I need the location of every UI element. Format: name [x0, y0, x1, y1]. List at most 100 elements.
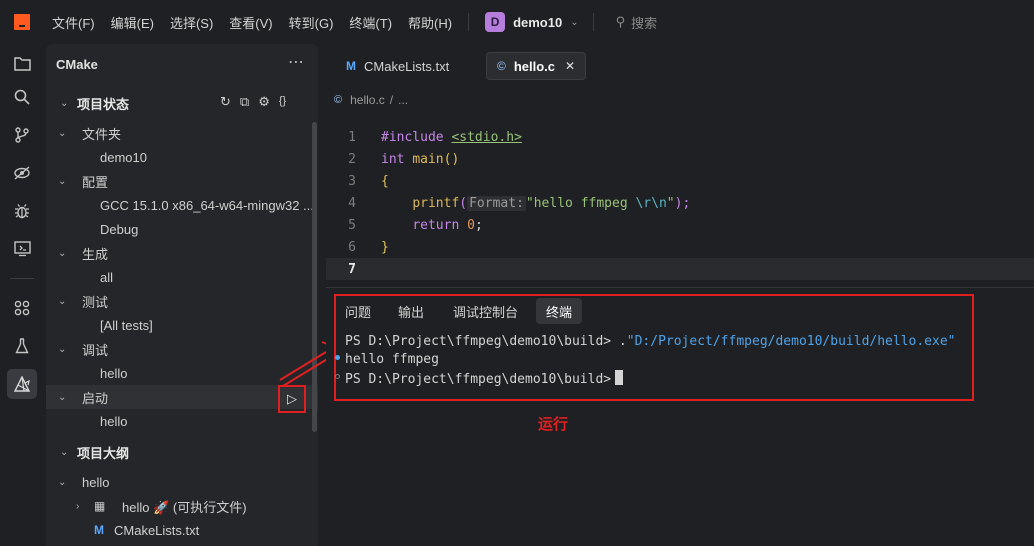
cmake-file-icon: M	[346, 59, 356, 73]
code-line: 4 printf(Format: "hello ffmpeg \r\n");	[326, 192, 1034, 214]
section-toolbar: ↻ ⧉ ⚙ {}	[220, 94, 286, 110]
menu-separator	[468, 13, 470, 31]
command-pending-icon	[335, 374, 340, 379]
rocket-icon: 🚀	[153, 499, 170, 515]
breadcrumb-rest[interactable]: ...	[398, 93, 408, 107]
code-text: #include <stdio.h>	[381, 129, 522, 145]
tree-configure-group[interactable]: ⌄ 配置	[46, 169, 318, 193]
json-braces-icon[interactable]: {}	[279, 94, 286, 110]
inlay-hint: Format:	[467, 195, 526, 211]
code-text: int main()	[381, 151, 460, 167]
code-line: 3 {	[326, 170, 1034, 192]
app-logo-icon	[14, 14, 30, 30]
menu-separator	[592, 13, 594, 31]
tree-label: demo10	[100, 149, 147, 165]
code-line: 2 int main()	[326, 148, 1034, 170]
c-file-icon: ©	[334, 94, 343, 106]
menu-terminal[interactable]: 终端(T)	[349, 13, 392, 32]
activity-separator	[10, 278, 34, 279]
tree-label: 调试	[82, 342, 109, 358]
tree-build-type-value[interactable]: Debug	[46, 217, 318, 241]
bottom-panel: 问题 输出 调试控制台 终端 PS D:\Project\ffmpeg\demo…	[326, 287, 1034, 546]
tree-build-group[interactable]: ⌄ 生成	[46, 241, 318, 265]
code-text: {	[381, 173, 389, 189]
section-label: 项目状态	[77, 96, 130, 112]
code-text: return 0;	[412, 217, 483, 233]
tab-label: hello.c	[513, 58, 556, 74]
tree-kit-value[interactable]: GCC 15.1.0 x86_64-w64-mingw32 ...	[46, 193, 318, 217]
cmake-file-icon: M	[94, 523, 104, 537]
tree-label: 文件夹	[82, 126, 122, 142]
menu-selection[interactable]: 选择(S)	[170, 13, 213, 32]
tree-folder-group[interactable]: ⌄ 文件夹	[46, 121, 318, 145]
testing-icon[interactable]	[7, 331, 37, 361]
tab-output[interactable]: 输出	[388, 298, 434, 324]
terminal-line: PS D:\Project\ffmpeg\demo10\build> ."D:/…	[345, 334, 956, 349]
tree-label: all	[100, 269, 114, 285]
terminal-prompt[interactable]: PS D:\Project\ffmpeg\demo10\build>	[345, 370, 624, 387]
chevron-down-icon: ⌄	[570, 16, 579, 28]
breadcrumb: © hello.c / ...	[334, 93, 409, 107]
tree-test-value[interactable]: [All tests]	[46, 313, 318, 337]
run-debug-icon[interactable]	[7, 158, 37, 188]
search-box[interactable]: ⚲ 搜索	[616, 13, 658, 32]
search-icon: ⚲	[615, 14, 626, 29]
menu-go[interactable]: 转到(G)	[289, 13, 334, 32]
chevron-down-icon: ⌄	[58, 343, 67, 355]
settings-gear-icon[interactable]: ⚙	[258, 94, 270, 110]
tab-hello-c[interactable]: © hello.c ✕	[486, 52, 587, 80]
outline-project-root[interactable]: ⌄ hello	[46, 470, 318, 494]
tree-build-target-value[interactable]: all	[46, 265, 318, 289]
c-file-icon: ©	[497, 59, 506, 73]
code-line: 1 #include <stdio.h>	[326, 126, 1034, 148]
project-name: demo10	[513, 14, 563, 30]
project-switcher[interactable]: D demo10 ⌄	[485, 12, 593, 32]
chevron-down-icon: ⌄	[58, 391, 67, 403]
activity-bar	[0, 44, 44, 546]
terminal-cursor	[615, 370, 624, 385]
search-icon[interactable]	[7, 82, 37, 112]
tab-label: CMakeLists.txt	[364, 58, 450, 74]
menu-edit[interactable]: 编辑(E)	[111, 13, 154, 32]
run-launch-button[interactable]: ▷	[278, 385, 306, 413]
explorer-icon[interactable]	[7, 48, 37, 78]
more-actions-icon[interactable]: ⋯	[288, 52, 304, 72]
section-project-outline[interactable]: ⌄ 项目大纲	[46, 440, 318, 464]
tree-label: GCC 15.1.0 x86_64-w64-mingw32 ...	[100, 197, 314, 213]
source-control-icon[interactable]	[7, 120, 37, 150]
close-icon[interactable]: ✕	[565, 59, 575, 73]
outline-cmakelists-file[interactable]: M CMakeLists.txt	[46, 518, 318, 542]
annotation-run-label: 运行	[538, 416, 569, 433]
chevron-down-icon: ⌄	[60, 97, 69, 109]
extensions-icon[interactable]	[7, 293, 37, 323]
editor-area: M CMakeLists.txt © hello.c ✕ © hello.c /…	[326, 44, 1034, 284]
tree-test-group[interactable]: ⌄ 测试	[46, 289, 318, 313]
tab-problems[interactable]: 问题	[335, 298, 381, 324]
tab-terminal[interactable]: 终端	[536, 298, 583, 324]
code-line: 6 }	[326, 236, 1034, 258]
sidebar-title: CMake	[56, 57, 98, 72]
line-number: 4	[348, 195, 356, 211]
chevron-down-icon: ⌄	[58, 127, 67, 139]
line-number: 7	[348, 261, 356, 277]
delete-cache-icon[interactable]: ⧉	[240, 94, 249, 110]
line-number: 2	[348, 151, 356, 167]
tree-folder-value[interactable]: demo10	[46, 145, 318, 169]
tree-label: Debug	[100, 221, 139, 237]
tab-debug-console[interactable]: 调试控制台	[443, 298, 528, 324]
code-line-current: 7	[326, 258, 1034, 280]
menu-view[interactable]: 查看(V)	[229, 13, 272, 32]
tab-cmakelists[interactable]: M CMakeLists.txt	[336, 52, 459, 80]
debug-bug-icon[interactable]	[7, 196, 37, 226]
tree-label: 测试	[82, 294, 109, 310]
refresh-icon[interactable]: ↻	[220, 94, 231, 110]
breadcrumb-file[interactable]: hello.c	[350, 93, 385, 107]
remote-monitor-icon[interactable]	[7, 234, 37, 264]
menu-help[interactable]: 帮助(H)	[408, 13, 452, 32]
outline-executable-target[interactable]: › ▦ hello 🚀 (可执行文件)	[46, 494, 318, 518]
cmake-icon[interactable]	[7, 369, 37, 399]
search-placeholder: 搜索	[631, 15, 658, 31]
chevron-down-icon: ⌄	[58, 247, 67, 259]
tree-label: 配置	[82, 174, 109, 190]
menu-file[interactable]: 文件(F)	[52, 13, 95, 32]
